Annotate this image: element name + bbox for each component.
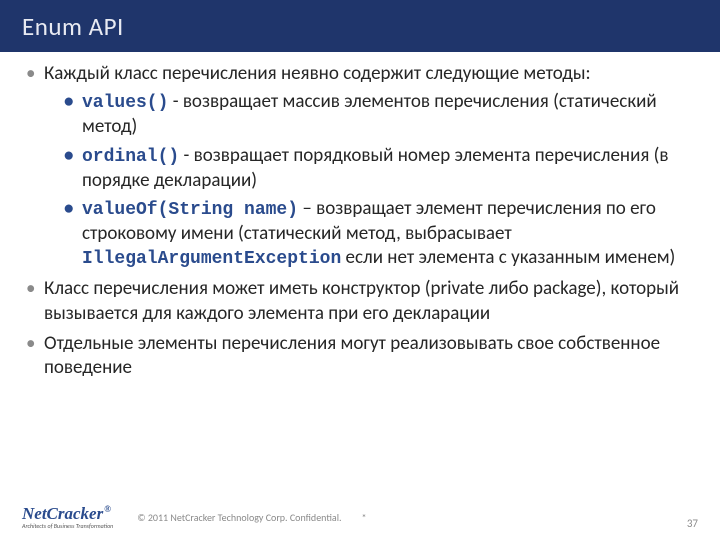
registered-mark: ® [104, 504, 111, 514]
sub-bullet-item: valueOf(String name) – возвращает элемен… [64, 197, 694, 271]
bullet-text: Каждый класс перечисления неявно содержи… [44, 62, 591, 85]
page-number: 37 [687, 517, 698, 530]
slide-title: Enum API [22, 11, 124, 42]
logo-text: NetCracker® [22, 505, 113, 522]
bullet-text: Отдельные элементы перечисления могут ре… [44, 332, 660, 379]
code-snippet: IllegalArgumentException [82, 249, 341, 269]
code-snippet: valueOf(String name) [82, 200, 298, 220]
bullet-item: Отдельные элементы перечисления могут ре… [26, 332, 694, 381]
code-snippet: ordinal() [82, 147, 179, 167]
bullet-item: Каждый класс перечисления неявно содержи… [26, 62, 694, 271]
content-area: Каждый класс перечисления неявно содержи… [0, 52, 720, 381]
bullet-text: - возвращает массив элементов перечислен… [82, 90, 657, 138]
slide: Enum API Каждый класс перечисления неявн… [0, 0, 720, 540]
bullet-list: Каждый класс перечисления неявно содержи… [26, 62, 694, 381]
logo-main-text: NetCracker [22, 504, 103, 523]
sub-bullet-item: ordinal() - возвращает порядковый номер … [64, 144, 694, 193]
sub-bullet-list: values() - возвращает массив элементов п… [44, 90, 694, 271]
sub-bullet-item: values() - возвращает массив элементов п… [64, 90, 694, 139]
logo-tagline: Architects of Business Transformation [22, 523, 113, 529]
bullet-text: Класс перечисления может иметь конструкт… [44, 277, 679, 324]
copyright-text: © 2011 NetCracker Technology Corp. Confi… [137, 511, 341, 524]
date-placeholder: * [362, 511, 367, 524]
title-bar: Enum API [0, 0, 720, 52]
footer: NetCracker® Architects of Business Trans… [0, 498, 720, 540]
logo: NetCracker® Architects of Business Trans… [22, 505, 113, 529]
bullet-item: Класс перечисления может иметь конструкт… [26, 277, 694, 326]
code-snippet: values() [82, 93, 168, 113]
bullet-text: если нет элемента с указанным именем) [341, 246, 675, 269]
